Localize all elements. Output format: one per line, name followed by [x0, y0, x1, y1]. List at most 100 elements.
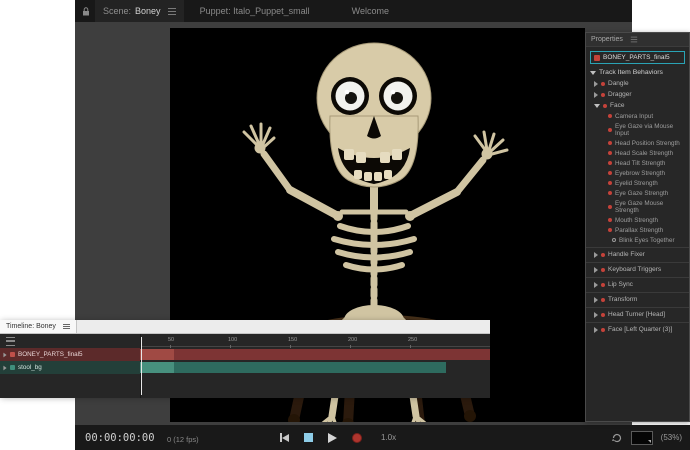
behavior-dot-icon — [601, 268, 605, 272]
behavior-row-keyboard-triggers[interactable]: Keyboard Triggers — [586, 262, 689, 275]
track-label[interactable]: stool_bg — [0, 361, 140, 374]
track-row-stool-bg[interactable]: stool_bg — [0, 361, 490, 374]
prev-triangle-icon — [282, 434, 289, 442]
behavior-row-transform[interactable]: Transform — [586, 292, 689, 305]
ruler-mark: 100 — [228, 337, 237, 343]
face-param-head-position[interactable]: Head Position Strength — [586, 138, 689, 148]
param-label: Eye Gaze Strength — [615, 190, 668, 197]
param-dot-icon — [608, 228, 612, 232]
behavior-row-handle-fixer[interactable]: Handle Fixer — [586, 247, 689, 260]
menu-icon[interactable] — [168, 11, 176, 12]
track-name: BONEY_PARTS_final5 — [18, 351, 83, 358]
face-param-eyebrow[interactable]: Eyebrow Strength — [586, 168, 689, 178]
track-clip-bar[interactable] — [140, 349, 490, 360]
timeline-panel: Timeline: Boney 50 100 150 200 250 BONEY… — [0, 320, 490, 397]
chevron-right-icon[interactable] — [3, 365, 6, 370]
behavior-label: Keyboard Triggers — [608, 266, 661, 273]
param-label: Eye Gaze via Mouse Input — [615, 123, 687, 137]
track-color-tag-icon — [10, 352, 15, 357]
behavior-label: Head Turner [Head] — [608, 311, 665, 318]
face-param-parallax[interactable]: Parallax Strength — [586, 225, 689, 235]
behavior-label: Dangle — [608, 80, 629, 87]
puppet-icon — [594, 55, 600, 61]
chevron-down-icon[interactable] — [590, 71, 596, 75]
behavior-dot-icon — [601, 298, 605, 302]
behavior-row-dangle[interactable]: Dangle — [586, 78, 689, 89]
chevron-right-icon[interactable] — [594, 312, 598, 318]
track-clip-bar[interactable] — [140, 362, 446, 373]
chevron-right-icon[interactable] — [594, 267, 598, 273]
lock-icon[interactable] — [82, 7, 90, 16]
track-color-tag-icon — [10, 365, 15, 370]
behavior-dot-icon — [601, 328, 605, 332]
playhead[interactable] — [141, 337, 142, 395]
behavior-row-lip-sync[interactable]: Lip Sync — [586, 277, 689, 290]
param-dot-icon — [608, 128, 612, 132]
param-dot-icon — [608, 114, 612, 118]
behavior-row-face[interactable]: Face — [586, 100, 689, 111]
face-toggle-blink-eyes-together[interactable]: Blink Eyes Together — [586, 235, 689, 245]
timeline-title: Timeline: Boney — [6, 323, 56, 330]
face-param-head-tilt[interactable]: Head Tilt Strength — [586, 158, 689, 168]
track-label[interactable]: BONEY_PARTS_final5 — [0, 348, 140, 361]
timeline-tab[interactable]: Timeline: Boney — [0, 320, 77, 333]
scene-label: Scene: — [103, 6, 131, 16]
timeline-ruler[interactable] — [140, 346, 490, 347]
tab-welcome[interactable]: Welcome — [352, 6, 389, 16]
playback-controls: 1.0x — [280, 425, 396, 450]
chevron-right-icon[interactable] — [594, 92, 598, 98]
transport-bar: 00:00:00:00 0 (12 fps) 1.0x (53%) — [75, 425, 690, 450]
clip-highlight-segment — [140, 362, 174, 373]
stop-button[interactable] — [304, 433, 313, 442]
face-param-head-scale[interactable]: Head Scale Strength — [586, 148, 689, 158]
ruler-mark: 150 — [288, 337, 297, 343]
track-row-boney-parts[interactable]: BONEY_PARTS_final5 — [0, 348, 490, 361]
behavior-row-face-left-quarter[interactable]: Face [Left Quarter (3)] — [586, 322, 689, 335]
param-dot-icon — [608, 141, 612, 145]
param-dot-icon — [608, 171, 612, 175]
zoom-level[interactable]: (53%) — [661, 433, 682, 442]
selected-puppet-row[interactable]: BONEY_PARTS_final5 — [590, 51, 685, 64]
chevron-right-icon[interactable] — [594, 252, 598, 258]
properties-panel: Properties BONEY_PARTS_final5 Track Item… — [585, 32, 690, 422]
record-button[interactable] — [352, 433, 362, 443]
face-param-eye-gaze-via-mouse[interactable]: Eye Gaze via Mouse Input — [586, 121, 689, 138]
face-param-eye-gaze-mouse[interactable]: Eye Gaze Mouse Strength — [586, 198, 689, 215]
face-param-eyelid[interactable]: Eyelid Strength — [586, 178, 689, 188]
transport-right-group: (53%) — [611, 425, 682, 450]
chevron-down-icon[interactable] — [594, 104, 600, 108]
param-label: Mouth Strength — [615, 217, 658, 224]
toggle-circle-icon[interactable] — [612, 238, 616, 242]
previous-frame-button[interactable] — [280, 433, 289, 442]
chevron-right-icon[interactable] — [594, 327, 598, 333]
chevron-right-icon[interactable] — [3, 352, 6, 357]
playback-speed[interactable]: 1.0x — [381, 433, 396, 442]
layers-icon[interactable] — [6, 337, 15, 346]
play-button[interactable] — [328, 433, 337, 443]
behavior-row-head-turner[interactable]: Head Turner [Head] — [586, 307, 689, 320]
selected-puppet-name: BONEY_PARTS_final5 — [603, 54, 670, 61]
behavior-dot-icon — [601, 93, 605, 97]
tab-puppet[interactable]: Puppet: Italo_Puppet_small — [200, 6, 310, 16]
behavior-label: Transform — [608, 296, 637, 303]
chevron-right-icon[interactable] — [594, 282, 598, 288]
tab-scene[interactable]: Scene: Boney — [95, 0, 184, 22]
param-label: Eyebrow Strength — [615, 170, 665, 177]
chevron-right-icon[interactable] — [594, 297, 598, 303]
chevron-right-icon[interactable] — [594, 81, 598, 87]
behavior-dot-icon — [603, 104, 607, 108]
background-color-swatch[interactable] — [631, 431, 653, 445]
ruler-mark: 250 — [408, 337, 417, 343]
section-track-item-behaviors[interactable]: Track Item Behaviors — [586, 67, 689, 78]
scene-name: Boney — [135, 6, 161, 16]
face-param-camera-input[interactable]: Camera Input — [586, 111, 689, 121]
refresh-icon[interactable] — [611, 432, 623, 444]
face-param-mouth[interactable]: Mouth Strength — [586, 215, 689, 225]
param-label: Eyelid Strength — [615, 180, 658, 187]
behavior-row-dragger[interactable]: Dragger — [586, 89, 689, 100]
panel-menu-icon[interactable] — [631, 39, 637, 40]
face-param-eye-gaze[interactable]: Eye Gaze Strength — [586, 188, 689, 198]
timeline-menu-icon[interactable] — [63, 326, 70, 327]
behavior-label: Dragger — [608, 91, 631, 98]
behavior-label: Face [Left Quarter (3)] — [608, 326, 672, 333]
